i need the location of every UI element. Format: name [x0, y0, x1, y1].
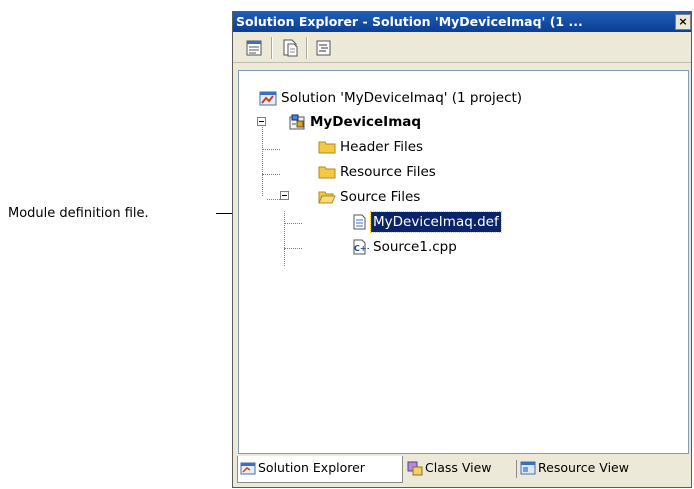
tab-resource-view[interactable]: Resource View	[518, 456, 668, 480]
source-files-label: Source Files	[340, 189, 421, 205]
tree-connector	[284, 248, 302, 250]
window-title: Solution Explorer - Solution 'MyDeviceIm…	[236, 14, 583, 29]
tab-separator	[516, 460, 517, 478]
solution-icon	[259, 91, 277, 106]
folder-icon	[318, 166, 336, 179]
solution-explorer-window: Solution Explorer - Solution 'MyDeviceIm…	[232, 11, 692, 488]
view-code-icon	[316, 40, 331, 56]
properties-button[interactable]	[246, 39, 264, 57]
solution-tree: Solution 'MyDeviceImaq' (1 project) MyDe…	[238, 70, 689, 454]
cpp-badge: C++	[354, 244, 369, 253]
def-file-label: MyDeviceImaq.def	[370, 211, 502, 233]
window-titlebar[interactable]: Solution Explorer - Solution 'MyDeviceIm…	[233, 12, 691, 32]
open-folder-icon	[318, 191, 336, 204]
tab-class-view[interactable]: Class View	[405, 456, 513, 480]
project-icon	[289, 114, 305, 130]
tab-class-view-label: Class View	[425, 460, 492, 475]
cpp-file-label: Source1.cpp	[373, 239, 457, 255]
tab-resource-view-label: Resource View	[538, 460, 629, 475]
tree-connector	[262, 174, 280, 176]
view-code-button[interactable]	[315, 39, 333, 57]
bottom-tab-strip: Solution Explorer Class View Resource Vi…	[233, 456, 691, 487]
resource-files-label: Resource Files	[340, 164, 436, 180]
class-view-icon	[407, 461, 423, 476]
source-files-collapse-toggle[interactable]	[280, 191, 289, 200]
text-file-icon	[353, 214, 366, 230]
properties-icon	[246, 40, 262, 56]
tab-solution-explorer[interactable]: Solution Explorer	[237, 456, 403, 483]
show-all-files-icon	[283, 39, 298, 57]
tab-solution-explorer-label: Solution Explorer	[258, 460, 365, 475]
tree-connector	[284, 223, 302, 225]
callout-label: Module definition file.	[8, 206, 149, 221]
tree-connector	[267, 199, 280, 201]
tree-connector	[262, 149, 280, 151]
folder-icon	[318, 141, 336, 154]
toolbar	[233, 32, 691, 63]
project-label: MyDeviceImaq	[310, 114, 422, 130]
project-collapse-toggle[interactable]	[257, 117, 266, 126]
solution-label: Solution 'MyDeviceImaq' (1 project)	[281, 90, 523, 106]
close-button[interactable]: ×	[675, 14, 691, 30]
tree-connector	[284, 211, 286, 266]
resource-view-icon	[520, 461, 536, 475]
show-all-files-button[interactable]	[282, 39, 300, 57]
solution-explorer-icon	[240, 462, 256, 475]
tree-connector	[262, 121, 264, 196]
toolbar-separator	[271, 37, 273, 59]
header-files-label: Header Files	[340, 139, 424, 155]
toolbar-separator	[306, 37, 308, 59]
cpp-file-icon: C++	[353, 239, 369, 255]
